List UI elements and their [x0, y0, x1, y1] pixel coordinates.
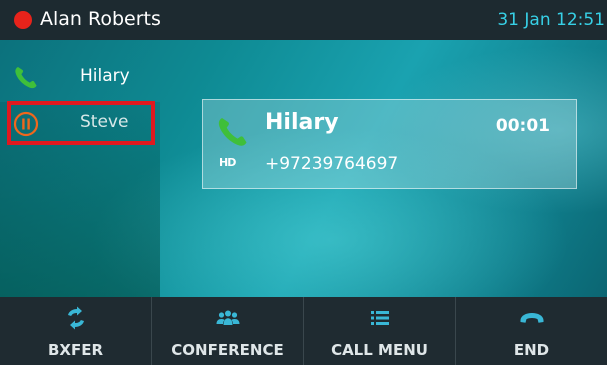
- hang-up-icon: [520, 313, 543, 323]
- call-list: Hilary Steve: [0, 40, 160, 297]
- call-list-item-label: Hilary: [80, 66, 130, 86]
- call-timer: 00:01: [495, 116, 550, 136]
- phone-icon: [218, 118, 247, 146]
- bxfer-button[interactable]: BXFER: [0, 297, 151, 365]
- end-call-button[interactable]: END: [455, 297, 607, 365]
- transfer-arrows-icon: [67, 306, 84, 330]
- softkey-label: END: [513, 341, 550, 359]
- pause-icon: [13, 111, 39, 137]
- user-name: Alan Roberts: [40, 8, 161, 30]
- softkey-label: CALL MENU: [331, 341, 428, 359]
- conference-people-icon: [216, 310, 239, 325]
- softkey-label: BXFER: [47, 341, 104, 359]
- menu-list-icon: [370, 311, 389, 325]
- phone-screen: Alan Roberts 31 Jan 12:51 Hilary Steve H…: [0, 0, 607, 365]
- caller-number: +97239764697: [265, 154, 399, 174]
- call-list-item-steve[interactable]: Steve: [0, 104, 160, 144]
- phone-icon: [15, 67, 37, 89]
- presence-status-icon: [14, 11, 32, 29]
- conference-button[interactable]: CONFERENCE: [151, 297, 303, 365]
- call-menu-button[interactable]: CALL MENU: [303, 297, 455, 365]
- active-call-card[interactable]: HD Hilary +97239764697 00:01: [202, 99, 577, 189]
- call-list-item-label: Steve: [80, 112, 129, 132]
- softkey-label: CONFERENCE: [171, 341, 284, 359]
- status-bar: Alan Roberts 31 Jan 12:51: [0, 0, 607, 40]
- caller-name: Hilary: [265, 110, 339, 135]
- date-time: 31 Jan 12:51: [497, 10, 605, 30]
- softkey-bar: BXFER CONFERENCE CALL MENU END: [0, 297, 607, 365]
- call-list-item-hilary[interactable]: Hilary: [0, 58, 160, 98]
- hd-audio-badge: HD: [219, 156, 236, 169]
